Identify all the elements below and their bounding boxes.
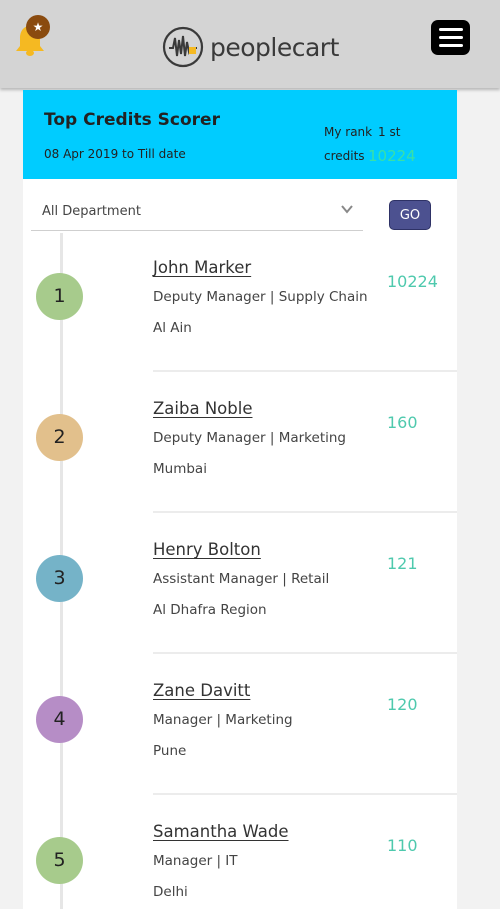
employee-role: Deputy Manager | Supply Chain <box>153 289 368 305</box>
employee-location: Mumbai <box>153 461 207 477</box>
leaderboard-entry[interactable]: 1 John Marker Deputy Manager | Supply Ch… <box>23 231 457 372</box>
brand-name: peoplecart <box>210 32 339 62</box>
employee-name[interactable]: John Marker <box>153 258 251 277</box>
menu-bar <box>438 28 463 31</box>
notification-badge: ★ <box>26 15 50 39</box>
credits-value: 10224 <box>368 147 416 165</box>
employee-name[interactable]: Zaiba Noble <box>153 399 252 418</box>
rank-badge: 1 <box>36 273 83 320</box>
employee-location: Delhi <box>153 884 188 900</box>
employee-location: Pune <box>153 743 187 759</box>
chevron-down-icon <box>341 205 353 214</box>
leaderboard-entry[interactable]: 3 Henry Bolton Assistant Manager | Retai… <box>23 513 457 654</box>
employee-name[interactable]: Samantha Wade <box>153 822 289 841</box>
rank-badge: 4 <box>36 696 83 743</box>
date-range: 08 Apr 2019 to Till date <box>44 147 186 161</box>
department-select-value: All Department <box>42 204 141 219</box>
employee-location: Al Dhafra Region <box>153 602 267 618</box>
employee-role: Assistant Manager | Retail <box>153 571 330 587</box>
employee-score: 160 <box>387 413 418 432</box>
hamburger-menu-icon[interactable] <box>431 20 470 55</box>
waveform-logo-icon <box>162 26 204 68</box>
employee-name[interactable]: Zane Davitt <box>153 681 250 700</box>
rank-badge: 5 <box>36 837 83 884</box>
employee-role: Manager | IT <box>153 853 238 869</box>
my-rank-label: My rank <box>324 125 373 139</box>
credits-label: credits <box>324 149 365 163</box>
leaderboard-entry[interactable]: 2 Zaiba Noble Deputy Manager | Marketing… <box>23 372 457 513</box>
top-app-bar: ★ peoplecart <box>0 0 500 88</box>
employee-score: 110 <box>387 836 418 855</box>
employee-score: 10224 <box>387 272 438 291</box>
score-banner: Top Credits Scorer 08 Apr 2019 to Till d… <box>23 90 457 179</box>
employee-score: 121 <box>387 554 418 573</box>
employee-location: Al Ain <box>153 320 192 336</box>
department-select[interactable]: All Department <box>31 194 363 231</box>
brand-logo: peoplecart <box>162 26 339 68</box>
employee-role: Manager | Marketing <box>153 712 293 728</box>
employee-role: Deputy Manager | Marketing <box>153 430 346 446</box>
employee-score: 120 <box>387 695 418 714</box>
banner-title: Top Credits Scorer <box>44 110 220 130</box>
menu-bar <box>438 36 463 39</box>
my-rank-value: 1 st <box>378 125 401 139</box>
leaderboard-entry[interactable]: 5 Samantha Wade Manager | IT Delhi 110 <box>23 795 457 909</box>
leaderboard-entry[interactable]: 4 Zane Davitt Manager | Marketing Pune 1… <box>23 654 457 795</box>
rank-badge: 2 <box>36 414 83 461</box>
employee-name[interactable]: Henry Bolton <box>153 540 261 559</box>
leaderboard-card: Top Credits Scorer 08 Apr 2019 to Till d… <box>23 90 457 909</box>
rank-badge: 3 <box>36 555 83 602</box>
menu-bar <box>438 44 463 47</box>
go-button[interactable]: GO <box>389 200 431 230</box>
